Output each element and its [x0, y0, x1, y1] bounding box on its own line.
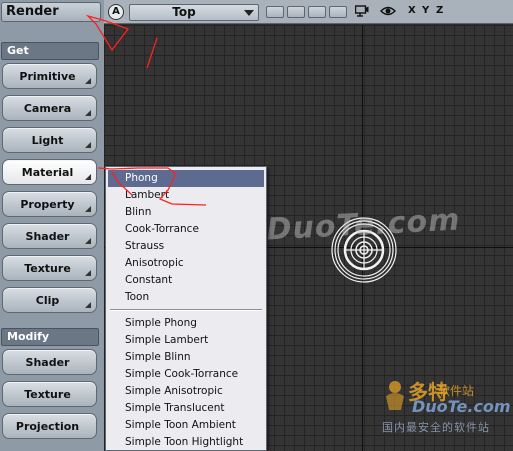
- menu-item-blinn[interactable]: Blinn: [106, 204, 266, 221]
- toolbar-toggle-2[interactable]: [287, 6, 305, 18]
- projection-button[interactable]: Projection: [2, 413, 97, 439]
- eye-icon[interactable]: [380, 5, 396, 17]
- axis-y-toggle[interactable]: Y: [422, 5, 429, 16]
- menu-item-simple-lambert[interactable]: Simple Lambert: [106, 332, 266, 349]
- submenu-arrow-icon: [85, 174, 91, 180]
- menu-item-lambert[interactable]: Lambert: [106, 187, 266, 204]
- modify-shader-label: Shader: [25, 355, 70, 369]
- property-button[interactable]: Property: [2, 191, 97, 217]
- material-menu: Phong Lambert Blinn Cook-Torrance Straus…: [105, 166, 267, 451]
- modify-texture-label: Texture: [24, 387, 71, 401]
- menu-item-simple-toon-hightlight[interactable]: Simple Toon Hightlight: [106, 434, 266, 450]
- chevron-down-icon: [244, 10, 254, 16]
- material-button[interactable]: Material: [2, 159, 97, 185]
- auto-button[interactable]: A: [108, 4, 124, 20]
- toolbar-toggle-3[interactable]: [308, 6, 326, 18]
- camera-icon[interactable]: [355, 5, 369, 17]
- viewport-toolbar: A Top X Y Z: [104, 0, 513, 24]
- shader-button[interactable]: Shader: [2, 223, 97, 249]
- clip-label: Clip: [35, 293, 60, 307]
- axis-x-toggle[interactable]: X: [408, 5, 416, 16]
- light-object-icon[interactable]: [330, 216, 398, 284]
- menu-item-simple-toon-ambient[interactable]: Simple Toon Ambient: [106, 417, 266, 434]
- menu-item-simple-anisotropic[interactable]: Simple Anisotropic: [106, 383, 266, 400]
- primitive-label: Primitive: [19, 69, 76, 83]
- menu-item-simple-translucent[interactable]: Simple Translucent: [106, 400, 266, 417]
- texture-label: Texture: [24, 261, 71, 275]
- menu-item-strauss[interactable]: Strauss: [106, 238, 266, 255]
- submenu-arrow-icon: [85, 206, 91, 212]
- menu-item-simple-cook-torrance[interactable]: Simple Cook-Torrance: [106, 366, 266, 383]
- primitive-button[interactable]: Primitive: [2, 63, 97, 89]
- light-label: Light: [31, 133, 64, 147]
- submenu-arrow-icon: [85, 270, 91, 276]
- view-value: Top: [172, 5, 196, 19]
- section-header-modify: Modify: [1, 328, 99, 346]
- menu-separator: [110, 309, 262, 311]
- menu-item-constant[interactable]: Constant: [106, 272, 266, 289]
- toolbar-toggle-1[interactable]: [266, 6, 284, 18]
- submenu-arrow-icon: [85, 238, 91, 244]
- property-label: Property: [20, 197, 75, 211]
- modify-texture-button[interactable]: Texture: [2, 381, 97, 407]
- projection-label: Projection: [15, 419, 80, 433]
- camera-button[interactable]: Camera: [2, 95, 97, 121]
- material-label: Material: [21, 165, 74, 179]
- submenu-arrow-icon: [85, 78, 91, 84]
- submenu-arrow-icon: [85, 302, 91, 308]
- clip-button[interactable]: Clip: [2, 287, 97, 313]
- camera-label: Camera: [23, 101, 72, 115]
- axis-z-toggle[interactable]: Z: [436, 5, 443, 16]
- mode-title[interactable]: Render: [1, 2, 101, 22]
- menu-item-toon[interactable]: Toon: [106, 289, 266, 306]
- menu-item-anisotropic[interactable]: Anisotropic: [106, 255, 266, 272]
- section-header-get: Get: [1, 42, 99, 60]
- menu-item-simple-phong[interactable]: Simple Phong: [106, 315, 266, 332]
- menu-item-phong[interactable]: Phong: [108, 170, 264, 187]
- menu-item-cook-torrance[interactable]: Cook-Torrance: [106, 221, 266, 238]
- modify-shader-button[interactable]: Shader: [2, 349, 97, 375]
- left-panel: Render Get Primitive Camera Light Materi…: [0, 0, 104, 451]
- view-select[interactable]: Top: [129, 4, 259, 21]
- toolbar-toggle-4[interactable]: [329, 6, 347, 18]
- shader-label: Shader: [25, 229, 70, 243]
- menu-item-simple-blinn[interactable]: Simple Blinn: [106, 349, 266, 366]
- light-button[interactable]: Light: [2, 127, 97, 153]
- submenu-arrow-icon: [85, 110, 91, 116]
- texture-button[interactable]: Texture: [2, 255, 97, 281]
- submenu-arrow-icon: [85, 142, 91, 148]
